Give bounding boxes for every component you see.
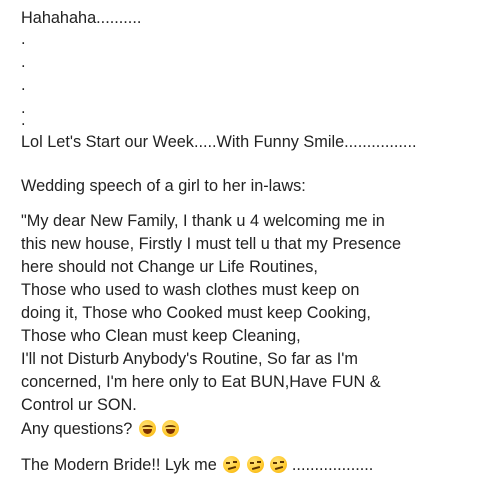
- speech-line: Those who Clean must keep Cleaning,: [21, 327, 301, 345]
- text-line: Wedding speech of a girl to her in-laws:: [21, 177, 306, 195]
- smirking-face-icon: [270, 456, 288, 473]
- post-text: Hahahaha.......... . . . . . Lol Let's S…: [0, 0, 480, 480]
- questions-text: Any questions?: [21, 420, 133, 438]
- dot-line: .: [21, 76, 26, 94]
- speech-line: here should not Change ur Life Routines,: [21, 258, 318, 276]
- speech-line: I'll not Disturb Anybody's Routine, So f…: [21, 350, 358, 368]
- closing-line: The Modern Bride!! Lyk me ..............…: [21, 456, 373, 473]
- smirking-face-icon: [223, 456, 241, 473]
- closing-text: The Modern Bride!! Lyk me: [21, 456, 217, 474]
- dot-line: .: [21, 30, 26, 48]
- text-line: Hahahaha..........: [21, 9, 142, 27]
- speech-line: concerned, I'm here only to Eat BUN,Have…: [21, 373, 381, 391]
- dot-line: .: [21, 111, 26, 129]
- questions-line: Any questions?: [21, 420, 180, 438]
- speech-line: doing it, Those who Cooked must keep Coo…: [21, 304, 371, 322]
- closing-dots: ..................: [291, 456, 374, 474]
- speech-line: this new house, Firstly I must tell u th…: [21, 235, 402, 253]
- smirking-face-icon: [246, 456, 264, 473]
- speech-line: Those who used to wash clothes must keep…: [21, 281, 360, 299]
- face-with-tears-of-joy-icon: [162, 420, 180, 437]
- text-line: Lol Let's Start our Week.....With Funny …: [21, 133, 417, 151]
- speech-line: "My dear New Family, I thank u 4 welcomi…: [21, 212, 385, 230]
- speech-line: Control ur SON.: [21, 396, 137, 414]
- dot-line: .: [21, 53, 26, 71]
- face-with-tears-of-joy-icon: [138, 420, 156, 437]
